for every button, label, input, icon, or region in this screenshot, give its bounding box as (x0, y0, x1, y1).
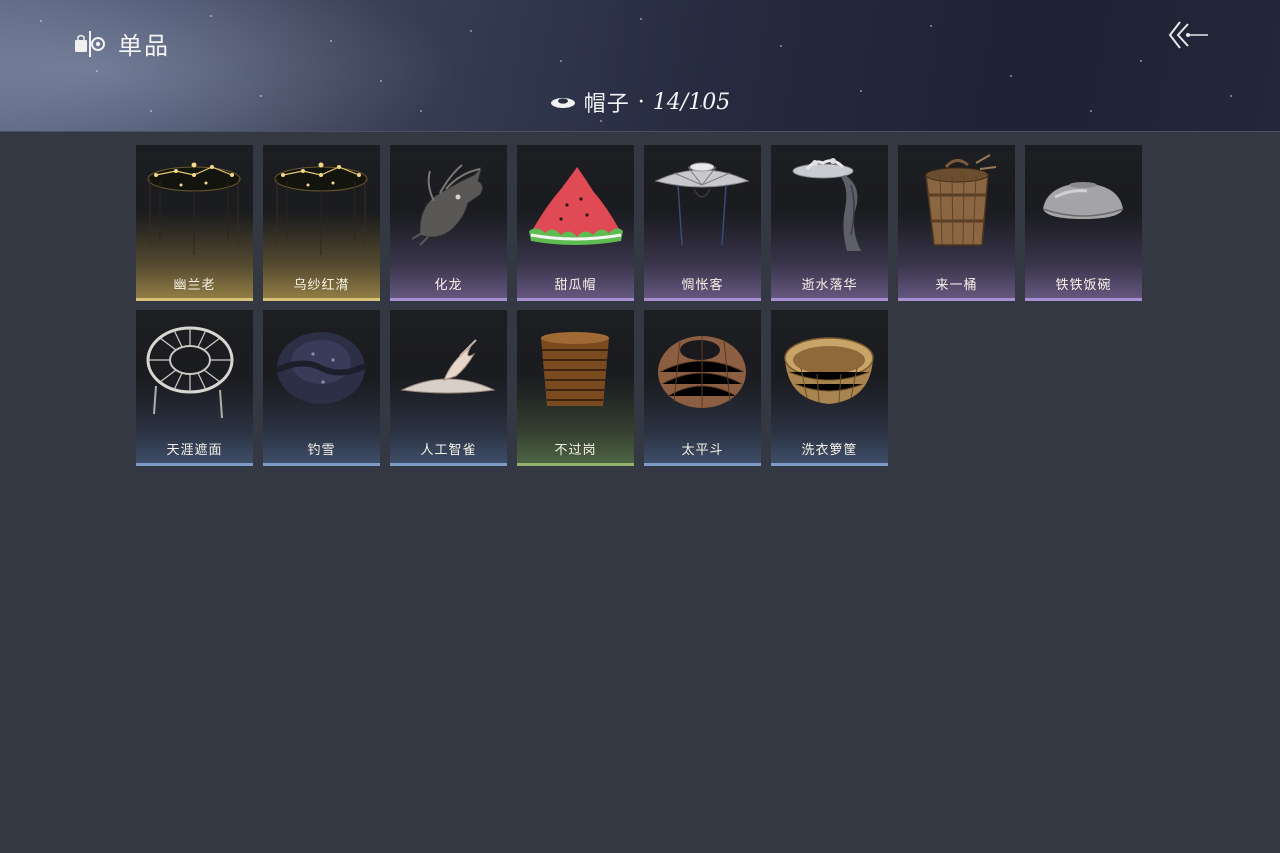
wardrobe-icon (75, 30, 105, 57)
woven-wheel-hat-icon (146, 326, 234, 419)
rarity-edge (898, 298, 1015, 301)
item-card[interactable]: 甜瓜帽 (517, 145, 634, 301)
rarity-edge (771, 463, 888, 466)
wooden-bucket-icon (925, 154, 997, 246)
bird-hat-icon (400, 339, 496, 394)
hat-icon (550, 98, 575, 108)
rarity-edge (136, 298, 253, 301)
item-card[interactable]: 人工智雀 (390, 310, 507, 466)
rarity-edge (517, 298, 634, 301)
rarity-edge (1025, 298, 1142, 301)
item-card[interactable]: 来一桶 (898, 145, 1015, 301)
item-grid: 幽兰老 乌纱红潸 化龙 甜瓜帽 惆怅客 逝水落华 来一桶 铁铁饭碗 天涯遮面 钓… (136, 145, 1146, 466)
laundry-basket-icon (784, 337, 874, 404)
item-name: 人工智雀 (420, 443, 477, 458)
item-name: 铁铁饭碗 (1055, 278, 1112, 293)
bamboo-hat-icon (654, 162, 750, 246)
star-dot (1140, 60, 1142, 62)
item-card[interactable]: 太平斗 (644, 310, 761, 466)
dark-straw-hat-icon (275, 332, 367, 404)
star-dot (600, 120, 602, 122)
item-card[interactable]: 化龙 (390, 145, 507, 301)
star-dot (640, 18, 642, 20)
star-dot (1010, 75, 1012, 77)
category-count: 14/105 (652, 89, 731, 115)
watermelon-hat-icon (529, 167, 623, 245)
item-card[interactable]: 幽兰老 (136, 145, 253, 301)
item-name: 来一桶 (935, 278, 978, 293)
item-card[interactable]: 钓雪 (263, 310, 380, 466)
item-card[interactable]: 不过岗 (517, 310, 634, 466)
item-card[interactable]: 惆怅客 (644, 145, 761, 301)
dragon-head-icon (411, 164, 484, 246)
item-name: 化龙 (434, 278, 463, 293)
constellation-veil-hat-icon (274, 162, 368, 255)
category-header: 帽子 · 14/105 (0, 86, 1280, 118)
star-dot (330, 40, 332, 42)
rarity-edge (263, 463, 380, 466)
star-dot (560, 60, 562, 62)
item-name: 幽兰老 (173, 278, 216, 293)
rarity-edge (136, 463, 253, 466)
item-name: 惆怅客 (681, 278, 724, 293)
page-title: 单品 (118, 32, 170, 60)
title-block: 单品 (74, 26, 170, 61)
rarity-edge (644, 463, 761, 466)
category-separator: · (637, 89, 645, 115)
rarity-edge (517, 463, 634, 466)
item-name: 天涯遮面 (166, 443, 223, 458)
category-label: 帽子 (583, 92, 630, 117)
item-card[interactable]: 逝水落华 (771, 145, 888, 301)
cloth-hat-icon (792, 158, 861, 251)
item-name: 洗衣箩筐 (801, 443, 858, 458)
star-dot (210, 15, 212, 17)
item-name: 逝水落华 (801, 278, 858, 293)
item-card[interactable]: 洗衣箩筐 (771, 310, 888, 466)
rarity-edge (771, 298, 888, 301)
rarity-edge (390, 463, 507, 466)
bowl-stack-icon (541, 332, 609, 406)
item-name: 甜瓜帽 (554, 278, 597, 293)
item-card[interactable]: 铁铁饭碗 (1025, 145, 1142, 301)
star-dot (380, 80, 382, 82)
item-name: 乌纱红潸 (293, 278, 350, 293)
item-name: 太平斗 (681, 443, 724, 458)
rarity-edge (644, 298, 761, 301)
item-name: 钓雪 (307, 443, 336, 458)
star-dot (40, 20, 42, 22)
item-name: 不过岗 (554, 443, 597, 458)
rarity-edge (263, 298, 380, 301)
star-dot (930, 25, 932, 27)
item-card[interactable]: 乌纱红潸 (263, 145, 380, 301)
constellation-veil-hat-icon (147, 162, 241, 255)
item-card[interactable]: 天涯遮面 (136, 310, 253, 466)
metal-bowl-icon (1042, 182, 1124, 219)
star-dot (96, 70, 98, 72)
back-arrow-icon[interactable] (1166, 18, 1212, 52)
star-dot (470, 30, 472, 32)
wicker-basket-icon (658, 336, 746, 408)
rarity-edge (390, 298, 507, 301)
star-dot (780, 45, 782, 47)
